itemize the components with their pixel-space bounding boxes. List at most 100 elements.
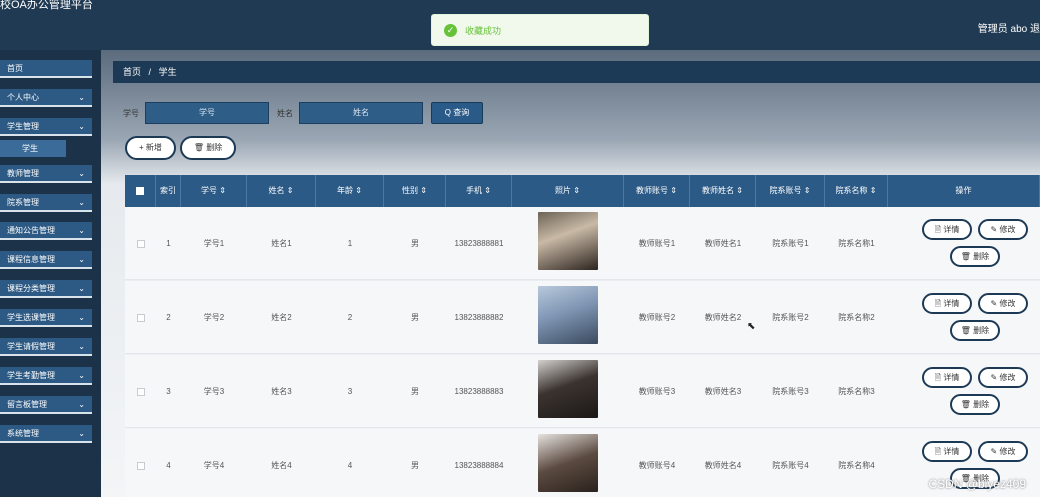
cell-dept-name: 院系名称4 <box>838 461 875 470</box>
student-photo <box>538 286 598 344</box>
add-button[interactable]: + 新增 <box>125 136 176 160</box>
user-info[interactable]: 管理员 abo 退 <box>978 20 1040 35</box>
detail-button[interactable]: 🗎 详情 <box>922 219 972 240</box>
student-photo <box>538 434 598 492</box>
select-all-checkbox[interactable] <box>125 175 156 207</box>
sidebar-item-system[interactable]: 系统管理 ⌄ <box>0 425 92 443</box>
student-photo <box>538 360 598 418</box>
cell-age: 4 <box>347 461 353 470</box>
column-header[interactable]: 姓名 ⇕ <box>247 175 316 207</box>
cell-dept-acc: 院系账号2 <box>772 313 809 322</box>
search-bar: 学号 学号 姓名 姓名 Q 查询 <box>123 101 483 125</box>
cell-gender: 男 <box>411 313 419 322</box>
main-content: 首页 / 学生 学号 学号 姓名 姓名 Q 查询 + 新增 🗑 删除 索引 学号 … <box>101 50 1040 497</box>
cell-name: 姓名3 <box>271 387 292 396</box>
toast-message: 收藏成功 <box>465 25 502 36</box>
sidebar-item-attendance[interactable]: 学生考勤管理 ⌄ <box>0 367 92 385</box>
row-delete-button[interactable]: 🗑 删除 <box>950 320 1000 341</box>
sidebar-item-departments[interactable]: 院系管理 ⌄ <box>0 194 92 212</box>
column-header[interactable]: 学号 ⇕ <box>181 175 247 207</box>
sidebar-item-teachers[interactable]: 教师管理 ⌄ <box>0 165 92 183</box>
sidebar-item-notices[interactable]: 通知公告管理 ⌄ <box>0 222 92 240</box>
student-photo <box>538 212 598 270</box>
mouse-cursor-icon: ⬉ <box>747 321 756 332</box>
cell-teacher-acc: 教师账号1 <box>638 239 676 248</box>
cell-index: 3 <box>166 387 171 396</box>
chevron-down-icon: ⌄ <box>78 122 85 131</box>
column-header[interactable]: 性别 ⇕ <box>384 175 446 207</box>
sidebar-item-label: 学生管理 <box>7 122 39 131</box>
chevron-down-icon: ⌄ <box>78 284 85 293</box>
cell-gender: 男 <box>411 387 419 396</box>
column-header: 操作 <box>888 175 1040 207</box>
sidebar-item-label: 院系管理 <box>7 198 39 207</box>
sidebar-item-enrollment[interactable]: 学生选课管理 ⌄ <box>0 309 92 327</box>
column-header[interactable]: 院系名称 ⇕ <box>825 175 888 207</box>
sidebar-item-label: 课程分类管理 <box>7 284 55 293</box>
watermark: CSDN @biyez409 <box>928 477 1026 491</box>
cell-phone: 13823888884 <box>454 461 504 470</box>
checkbox-icon <box>136 461 145 470</box>
row-checkbox[interactable] <box>125 207 156 280</box>
app-title: 校OA办公管理平台 <box>0 0 93 11</box>
chevron-down-icon: ⌄ <box>78 93 85 102</box>
sidebar-item-students[interactable]: 学生管理 ⌄ <box>0 118 92 136</box>
row-checkbox[interactable] <box>125 429 156 497</box>
checkbox-icon <box>136 313 145 322</box>
sidebar-item-course-categories[interactable]: 课程分类管理 ⌄ <box>0 280 92 298</box>
column-header[interactable]: 教师姓名 ⇕ <box>690 175 756 207</box>
detail-button[interactable]: 🗎 详情 <box>922 293 972 314</box>
sidebar-item-courses[interactable]: 课程信息管理 ⌄ <box>0 251 92 269</box>
edit-button[interactable]: ✎ 修改 <box>978 367 1028 388</box>
breadcrumb-home[interactable]: 首页 <box>123 67 141 77</box>
cell-teacher-name: 教师姓名2 <box>704 313 742 322</box>
edit-button[interactable]: ✎ 修改 <box>978 219 1028 240</box>
delete-button[interactable]: 🗑 删除 <box>179 136 237 160</box>
table-row: 3 学号3 姓名3 3 男 13823888883 教师账号3 教师姓名3 院系账号3 院系名称3… <box>125 355 1040 428</box>
cell-phone: 13823888882 <box>454 313 504 322</box>
breadcrumb-separator: / <box>148 67 152 77</box>
cell-phone: 13823888881 <box>454 239 504 248</box>
detail-button[interactable]: 🗎 详情 <box>922 367 972 388</box>
sidebar-item-profile[interactable]: 个人中心 ⌄ <box>0 89 92 107</box>
breadcrumb-current: 学生 <box>158 67 177 77</box>
column-header[interactable]: 照片 ⇕ <box>512 175 624 207</box>
row-delete-button[interactable]: 🗑 删除 <box>950 246 1000 267</box>
column-header[interactable]: 年龄 ⇕ <box>316 175 384 207</box>
table-header: 索引 学号 ⇕ 姓名 ⇕ 年龄 ⇕ 性别 ⇕ 手机 ⇕ 照片 ⇕ 教师账号 ⇕ 教师姓名 ⇕ 院系… <box>125 175 1040 207</box>
column-header[interactable]: 手机 ⇕ <box>446 175 512 207</box>
cell-teacher-acc: 教师账号3 <box>638 387 676 396</box>
checkbox-icon <box>136 186 144 195</box>
row-delete-button[interactable]: 🗑 删除 <box>950 394 1000 415</box>
edit-button[interactable]: ✎ 修改 <box>978 293 1028 314</box>
name-input[interactable]: 姓名 <box>299 102 423 124</box>
column-header[interactable]: 院系账号 ⇕ <box>756 175 825 207</box>
column-header[interactable]: 教师账号 ⇕ <box>624 175 690 207</box>
cell-index: 2 <box>166 313 171 322</box>
sidebar-item-label: 学生考勤管理 <box>7 371 55 380</box>
chevron-down-icon: ⌄ <box>78 342 85 351</box>
table-row: 4 学号4 姓名4 4 男 13823888884 教师账号4 教师姓名4 院系账号4 院系名称4… <box>125 429 1040 497</box>
chevron-down-icon: ⌄ <box>78 313 85 322</box>
sidebar-item-label: 系统管理 <box>7 429 39 438</box>
sidebar-item-label: 学生选课管理 <box>7 313 55 322</box>
sidebar-item-label: 个人中心 <box>7 93 39 102</box>
cell-index: 4 <box>166 461 171 470</box>
sidebar-subitem-student[interactable]: 学生 <box>0 140 66 157</box>
cell-dept-acc: 院系账号1 <box>772 239 809 248</box>
cell-age: 2 <box>347 313 353 322</box>
sidebar-item-home[interactable]: 首页 <box>0 60 92 78</box>
cell-xuehao: 学号2 <box>203 313 225 322</box>
cell-phone: 13823888883 <box>454 387 504 396</box>
sidebar-item-messages[interactable]: 留言板管理 ⌄ <box>0 396 92 414</box>
cell-teacher-acc: 教师账号4 <box>638 461 676 470</box>
row-checkbox[interactable] <box>125 355 156 428</box>
table-row: 1 学号1 姓名1 1 男 13823888881 教师账号1 教师姓名1 院系账号1 院系名称1… <box>125 207 1040 280</box>
query-button[interactable]: Q 查询 <box>431 102 483 124</box>
xuehao-input[interactable]: 学号 <box>145 102 269 124</box>
sidebar-item-label: 首页 <box>7 64 23 73</box>
detail-button[interactable]: 🗎 详情 <box>922 441 972 462</box>
sidebar-item-leave[interactable]: 学生请假管理 ⌄ <box>0 338 92 356</box>
row-checkbox[interactable] <box>125 281 156 354</box>
edit-button[interactable]: ✎ 修改 <box>978 441 1028 462</box>
